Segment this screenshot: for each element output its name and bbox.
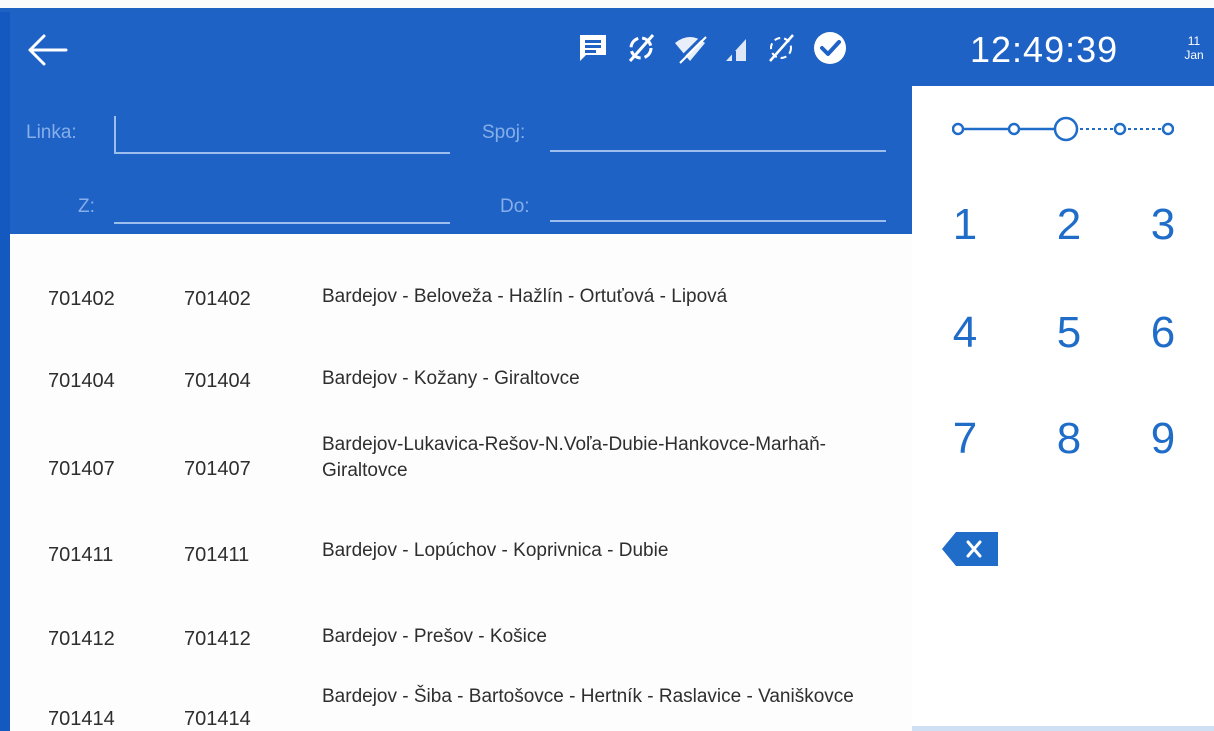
key-5[interactable]: 5 — [1024, 298, 1114, 368]
key-6[interactable]: 6 — [1118, 298, 1208, 368]
date-month: Jan — [1184, 48, 1204, 62]
date-day: 11 — [1187, 34, 1201, 48]
spoj-input[interactable] — [550, 118, 890, 150]
app-bar: 12:49:39 11 Jan — [10, 12, 1214, 86]
linka-input[interactable] — [114, 118, 454, 150]
linka-underline — [114, 152, 450, 154]
route-name: Bardejov - Lopúchov - Koprivnica - Dubie — [322, 540, 669, 561]
do-input[interactable] — [550, 190, 890, 222]
check-circle-icon — [812, 30, 848, 66]
wifi-off-icon — [672, 31, 708, 65]
key-8[interactable]: 8 — [1024, 404, 1114, 474]
spoj-label: Spoj: — [482, 122, 526, 143]
signal-icon — [722, 31, 750, 65]
route-name: Bardejov - Kožany - Giraltovce — [322, 368, 580, 389]
spoj-underline — [550, 150, 886, 152]
list-item[interactable]: 701402 701402 Bardejov - Beloveža - Hažl… — [10, 254, 912, 342]
key-2[interactable]: 2 — [1024, 190, 1114, 260]
route-code: 701402 — [48, 288, 115, 310]
route-name: Bardejov - Šiba - Bartošovce - Hertník -… — [322, 686, 854, 707]
z-label: Z: — [78, 196, 95, 217]
keypad-panel: 1 2 3 4 5 6 7 8 9 — [912, 86, 1214, 731]
list-item[interactable]: 701411 701411 Bardejov - Lopúchov - Kopr… — [10, 510, 912, 598]
sync-disabled-icon — [764, 31, 798, 65]
route-list: 701402 701402 Bardejov - Beloveža - Hažl… — [10, 234, 912, 731]
route-line: 701411 — [184, 544, 250, 566]
status-icons — [576, 26, 848, 70]
top-strip — [0, 0, 1214, 12]
do-underline — [550, 220, 886, 222]
key-3[interactable]: 3 — [1118, 190, 1208, 260]
route-name: Bardejov - Prešov - Košice — [322, 626, 547, 647]
bottom-edge — [912, 726, 1214, 731]
backspace-icon[interactable] — [942, 528, 998, 570]
key-1[interactable]: 1 — [920, 190, 1010, 260]
route-line: 701402 — [184, 288, 251, 310]
route-name: Bardejov-Lukavica-Rešov-N.Voľa-Dubie-Han… — [322, 434, 826, 481]
sync-off-icon — [624, 31, 658, 65]
progress-stepper — [951, 114, 1175, 149]
route-code: 701407 — [48, 458, 115, 480]
list-item[interactable]: 701414 701414 Bardejov - Šiba - Bartošov… — [10, 678, 912, 731]
back-arrow-icon[interactable] — [26, 30, 70, 70]
list-item[interactable]: 701404 701404 Bardejov - Kožany - Giralt… — [10, 336, 912, 424]
z-input[interactable] — [114, 190, 454, 222]
key-4[interactable]: 4 — [920, 298, 1010, 368]
route-code: 701411 — [48, 544, 114, 566]
route-line: 701414 — [184, 708, 251, 730]
date: 11 Jan — [1170, 34, 1214, 62]
route-line: 701407 — [184, 458, 251, 480]
clock: 12:49:39 — [970, 29, 1119, 70]
route-line: 701404 — [184, 370, 251, 392]
do-label: Do: — [500, 196, 530, 217]
linka-label: Linka: — [26, 122, 77, 143]
filter-panel: Linka: Spoj: Z: Do: — [10, 86, 912, 234]
list-item[interactable]: 701412 701412 Bardejov - Prešov - Košice — [10, 594, 912, 682]
route-name: Bardejov - Beloveža - Hažlín - Ortuťová … — [322, 286, 728, 307]
key-9[interactable]: 9 — [1118, 404, 1208, 474]
route-line: 701412 — [184, 628, 251, 650]
route-code: 701414 — [48, 708, 115, 730]
route-code: 701404 — [48, 370, 115, 392]
message-icon — [576, 31, 610, 65]
linka-cursor — [114, 116, 116, 152]
z-underline — [114, 222, 450, 224]
screen-border — [0, 12, 10, 731]
key-7[interactable]: 7 — [920, 404, 1010, 474]
list-item[interactable]: 701407 701407 Bardejov-Lukavica-Rešov-N.… — [10, 424, 912, 512]
route-code: 701412 — [48, 628, 115, 650]
